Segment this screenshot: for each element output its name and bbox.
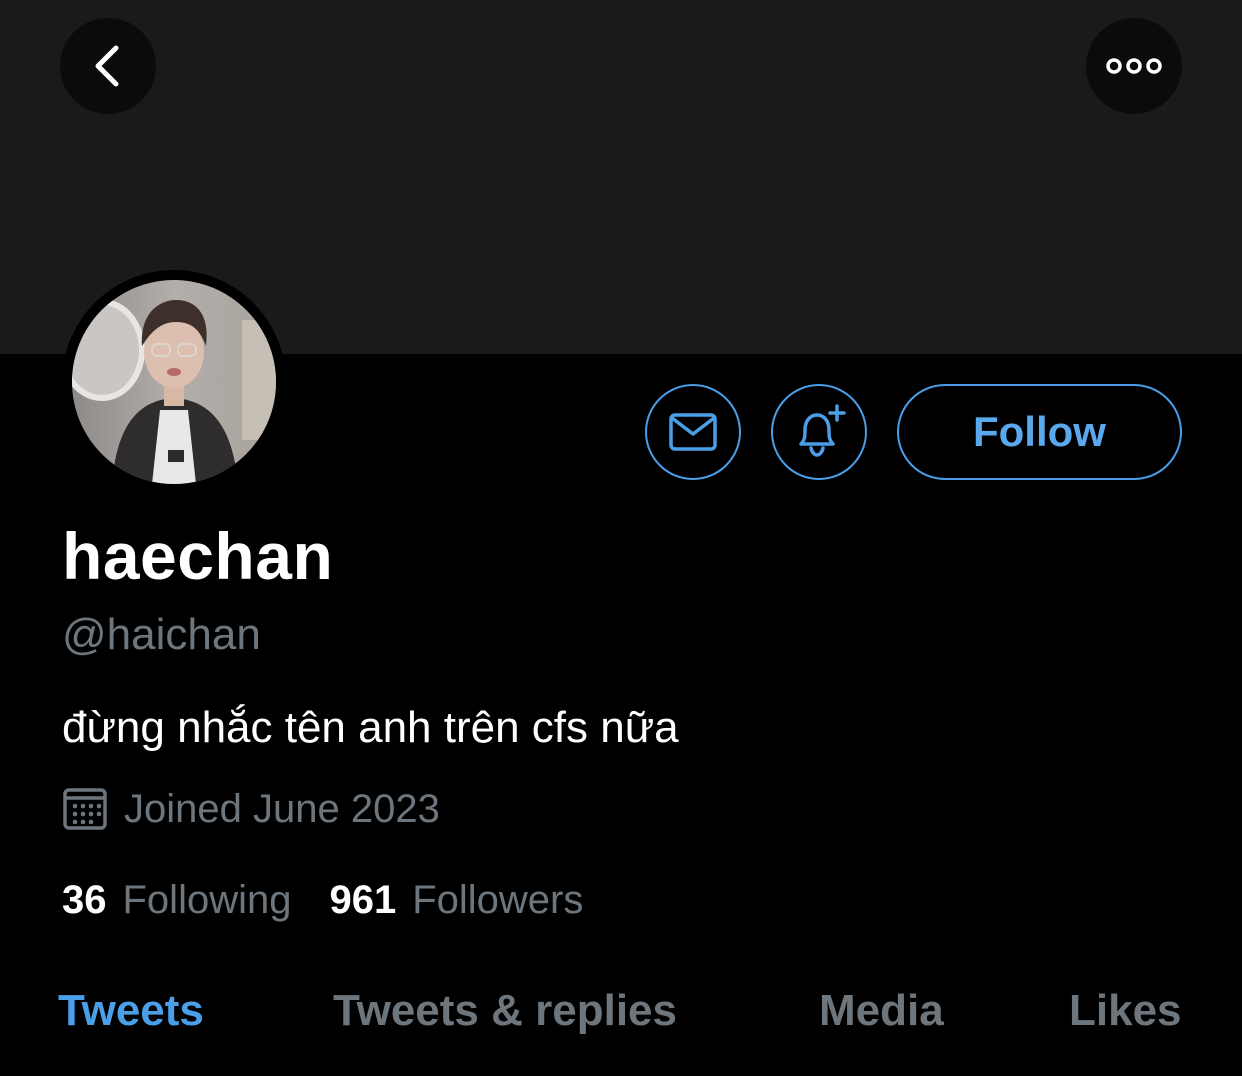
mail-icon	[669, 413, 717, 451]
tab-tweets-and-replies[interactable]: Tweets & replies	[333, 986, 677, 1036]
message-button[interactable]	[645, 384, 741, 480]
notifications-button[interactable]	[771, 384, 867, 480]
follow-button[interactable]: Follow	[897, 384, 1182, 480]
back-button[interactable]	[60, 18, 156, 114]
more-horizontal-icon	[1106, 58, 1162, 74]
more-options-button[interactable]	[1086, 18, 1182, 114]
followers-label: Followers	[412, 878, 584, 922]
following-label: Following	[122, 878, 292, 922]
tab-media[interactable]: Media	[819, 986, 944, 1036]
calendar-icon	[63, 788, 107, 830]
following-count: 36	[62, 878, 107, 922]
joined-text: Joined June 2023	[124, 786, 440, 831]
user-handle: @haichan	[62, 610, 261, 659]
tab-likes[interactable]: Likes	[1069, 986, 1182, 1036]
followers-count: 961	[329, 878, 397, 922]
followers-stat[interactable]: 961 Followers	[329, 878, 583, 923]
profile-tabs: Tweets Tweets & replies Media Likes	[0, 986, 1242, 1046]
tab-tweets[interactable]: Tweets	[58, 986, 204, 1036]
chevron-left-icon	[95, 45, 119, 87]
avatar-container[interactable]	[62, 270, 286, 494]
avatar	[72, 280, 276, 484]
profile-stats: 36 Following 961 Followers	[62, 878, 621, 923]
avatar-photo	[72, 280, 276, 484]
display-name: haechan	[62, 519, 334, 593]
joined-date: Joined June 2023	[62, 786, 440, 832]
profile-bio: đừng nhắc tên anh trên cfs nữa	[62, 703, 679, 752]
following-stat[interactable]: 36 Following	[62, 878, 291, 923]
bell-plus-icon	[799, 404, 846, 457]
